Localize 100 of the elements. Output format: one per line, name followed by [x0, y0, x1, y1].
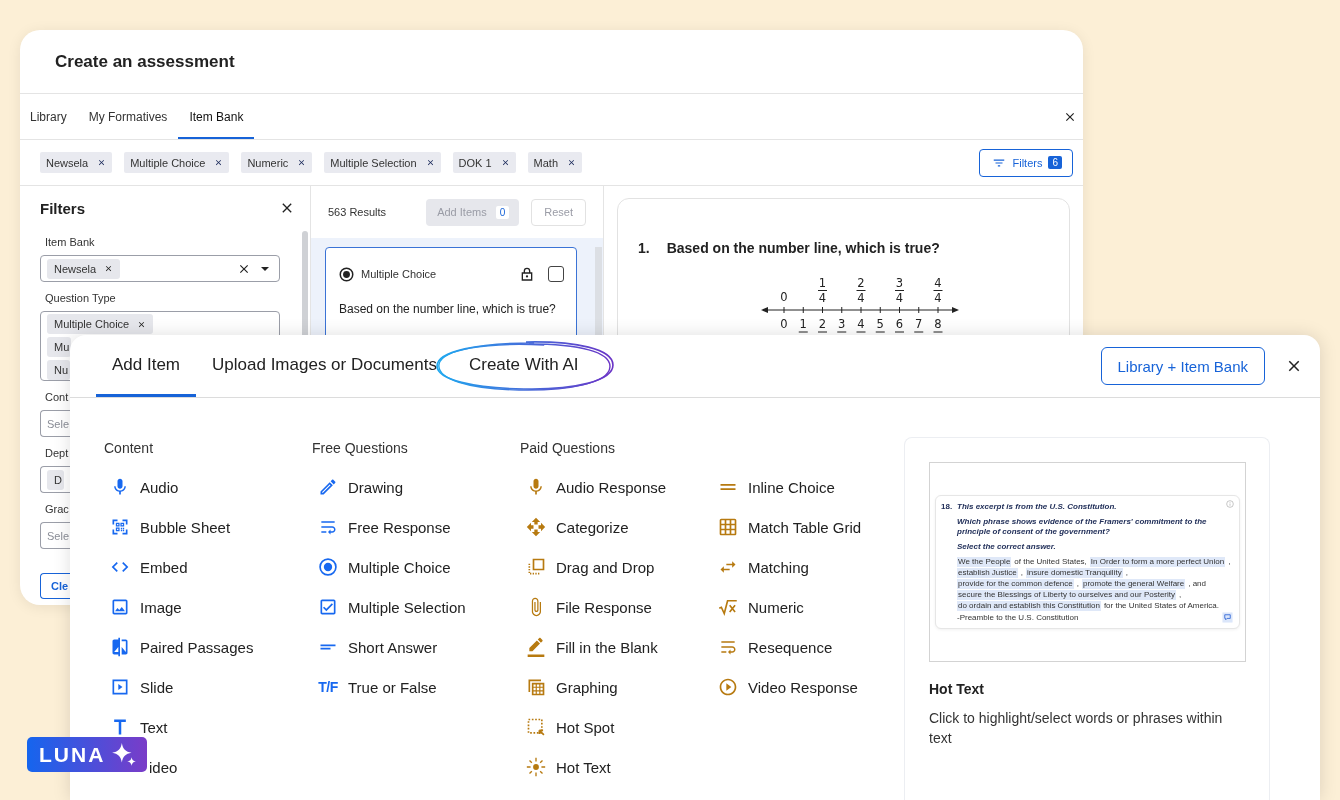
chip-label: Newsela	[54, 262, 97, 275]
fraction-label: 8	[933, 317, 943, 333]
question-type-option[interactable]: Bubble Sheet	[104, 516, 231, 538]
tab[interactable]: Library	[20, 94, 78, 139]
fraction-label: 2 4	[856, 276, 866, 305]
fraction-label: 3	[836, 317, 847, 333]
question-type-option[interactable]: File Response	[520, 596, 652, 618]
question-type-option[interactable]: Hot Spot	[520, 716, 615, 738]
library-button[interactable]: Library + Item Bank	[1100, 347, 1265, 385]
remove-icon[interactable]	[425, 158, 435, 167]
question-type-option[interactable]: Slide	[104, 676, 174, 698]
section-heading: Content	[104, 439, 154, 458]
question-type-option[interactable]: Audio	[104, 476, 179, 498]
select-field[interactable]: Sele	[40, 410, 70, 437]
question-type-option[interactable]: Match Table Grid	[712, 516, 862, 538]
passage-text: ,	[1076, 579, 1079, 589]
question-type-option[interactable]: Image	[104, 596, 182, 618]
prompt-text: Select the correct answer.	[957, 542, 1056, 552]
fraction-label: 3 4	[894, 276, 905, 305]
chip-label: Multiple Choice	[54, 318, 130, 330]
question-type-option[interactable]: Audio Response	[520, 476, 667, 498]
question-type-option[interactable]: ideo	[149, 756, 178, 778]
fraction-label: 4 4	[933, 276, 943, 305]
panel-title: Filters	[40, 199, 85, 217]
chip-label: Mu	[54, 341, 70, 353]
fraction-label: 5	[875, 317, 886, 333]
true-false-icon: T/F	[318, 679, 338, 695]
question-type-option[interactable]: Embed	[104, 556, 188, 578]
source-text: -Preamble to the U.S. Constitution	[957, 612, 1079, 623]
passage-text: of the United States,	[1014, 557, 1087, 567]
window-title: Create an assessment	[55, 51, 235, 72]
question-type-option[interactable]: Video Response	[712, 676, 858, 698]
chip-label: Math	[533, 156, 559, 169]
remove-icon[interactable]	[104, 264, 114, 273]
passage-text: ,	[1179, 590, 1182, 600]
remove-icon[interactable]	[500, 158, 510, 167]
chip-label: Multiple Choice	[130, 156, 206, 169]
question-type-option[interactable]: T/F True or False	[312, 676, 437, 698]
preview-title: Hot Text	[929, 680, 984, 699]
number-label: 0	[780, 290, 788, 304]
field-label: Question Type	[45, 291, 116, 305]
question-type-option[interactable]: Resequence	[712, 636, 833, 658]
passage-text: for the United States of America.	[1103, 601, 1220, 611]
field-label: Dept	[45, 446, 69, 460]
preview-description: Click to highlight/select words or phrases within text	[929, 709, 1224, 748]
highlighted-phrase: We the People	[957, 557, 1012, 567]
chip-label: Multiple Selection	[330, 156, 417, 169]
radio-button-icon	[339, 266, 354, 282]
question-type-option[interactable]: Short Answer	[312, 636, 438, 658]
select-field[interactable]: D	[40, 466, 70, 493]
question-type-option[interactable]: Graphing	[520, 676, 618, 698]
remove-icon[interactable]	[97, 158, 107, 167]
question-text: Based on the number line, which is true?	[339, 302, 556, 316]
question-type: Multiple Choice	[361, 268, 437, 280]
question-type-option[interactable]: Multiple Selection	[312, 596, 466, 618]
question-type-option[interactable]: Inline Choice	[712, 476, 835, 498]
question-type-option[interactable]: Matching	[712, 556, 809, 578]
remove-icon[interactable]	[567, 158, 577, 167]
info-icon	[1226, 500, 1234, 508]
remove-icon[interactable]	[297, 158, 307, 167]
section-heading: Paid Questions	[520, 439, 615, 458]
question-type-option[interactable]: Paired Passages	[104, 636, 254, 658]
field-label: Item Bank	[45, 235, 95, 249]
question-type-option[interactable]: Numeric	[712, 596, 804, 618]
remove-icon[interactable]	[214, 158, 224, 167]
passage-text: , and	[1188, 579, 1206, 589]
results-count: 563 Results	[328, 206, 387, 218]
question-type-option[interactable]: Drawing	[312, 476, 404, 498]
tab[interactable]: Item Bank	[178, 94, 255, 139]
highlighted-phrase: establish Justice	[957, 568, 1018, 578]
highlighted-phrase: provide for the common defence	[957, 579, 1074, 589]
fraction-label: 1	[798, 317, 809, 333]
fraction-label: 7	[913, 317, 924, 333]
question-type-option[interactable]: Multiple Choice	[312, 556, 451, 578]
number-label: 0	[780, 317, 788, 331]
field-label: Grac	[45, 502, 69, 516]
select-field[interactable]: Newsela	[40, 255, 280, 282]
passage-text: ,	[1020, 568, 1023, 578]
question-type-option[interactable]: Fill in the Blank	[520, 636, 658, 658]
tab[interactable]: My Formatives	[77, 94, 179, 139]
chip-label: Newsela	[46, 156, 89, 169]
chip-label: Numeric	[247, 156, 289, 169]
remove-icon[interactable]	[137, 319, 147, 329]
question-type-option[interactable]: Categorize	[520, 516, 629, 538]
question-text: Based on the number line, which is true?	[666, 239, 940, 257]
select-field[interactable]: Sele	[40, 522, 70, 549]
passage-text: ,	[1228, 557, 1231, 567]
chip-label: DOK 1	[458, 156, 492, 169]
highlighted-phrase: promote the general Welfare	[1081, 579, 1186, 589]
fraction-label: 6	[894, 317, 905, 333]
highlighted-phrase: do ordain and establish this Constitution	[957, 601, 1101, 611]
sparkle-icon	[111, 741, 138, 768]
checkbox[interactable]	[548, 266, 564, 282]
question-type-option[interactable]: Drag and Drop	[520, 556, 655, 578]
tab[interactable]: Add Item	[96, 335, 197, 397]
fraction-label: 2	[817, 317, 828, 333]
question-type-option[interactable]: Hot Text	[520, 756, 611, 778]
clear-button[interactable]: Cle	[40, 573, 70, 599]
filters-button[interactable]: Filters 6	[979, 148, 1073, 177]
question-type-option[interactable]: Free Response	[312, 516, 451, 538]
